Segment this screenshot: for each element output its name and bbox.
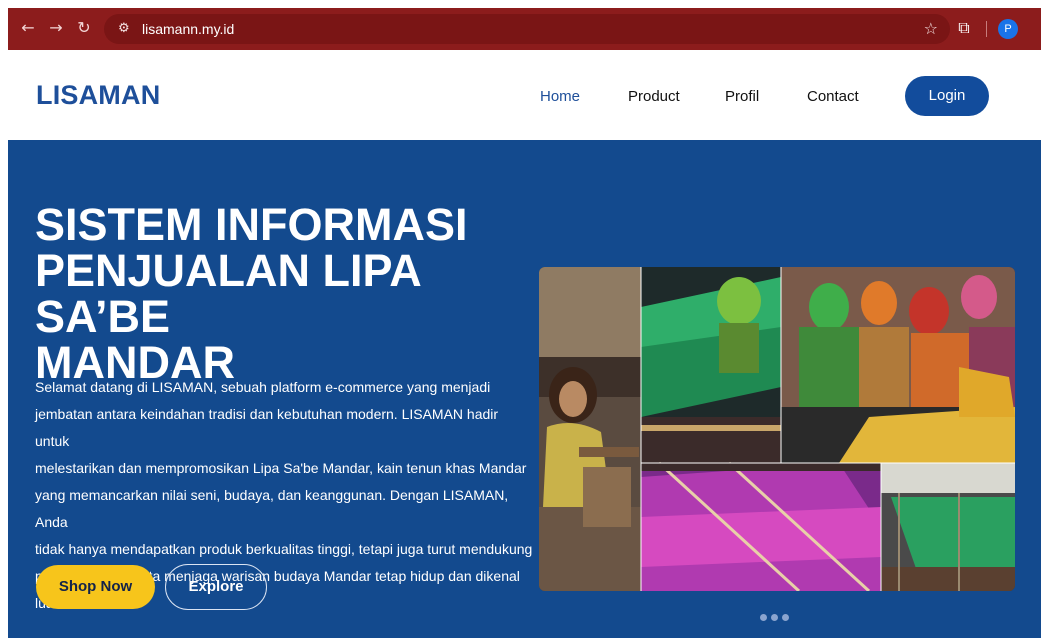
nav-home[interactable]: Home [540, 88, 580, 105]
site-header: LISAMAN Home Product Profil Contact Logi… [8, 50, 1041, 140]
brand-logo[interactable]: LISAMAN [36, 80, 160, 111]
url-text[interactable]: lisamann.my.id [142, 21, 234, 37]
explore-button[interactable]: Explore [165, 564, 267, 610]
address-bar[interactable]: ⚙ lisamann.my.id ☆ [104, 14, 950, 44]
hero-description-line: melestarikan dan mempromosikan Lipa Sa'b… [35, 460, 527, 476]
back-arrow-icon[interactable]: ← [18, 18, 38, 38]
browser-toolbar: ← → ↻ ⚙ lisamann.my.id ☆ ⧉ P ⋮ [8, 8, 1041, 50]
hero-description-line: Selamat datang di LISAMAN, sebuah platfo… [35, 379, 491, 395]
hero-title-line: SISTEM INFORMASI [35, 199, 468, 250]
reload-icon[interactable]: ↻ [74, 18, 94, 38]
nav-profil[interactable]: Profil [725, 88, 759, 105]
extensions-icon[interactable]: ⧉ [954, 18, 974, 38]
hero-title-line: PENJUALAN LIPA SA’BE [35, 245, 421, 342]
hero-description-line: jembatan antara keindahan tradisi dan ke… [35, 406, 499, 449]
toolbar-divider [986, 21, 987, 37]
carousel-dot[interactable] [760, 614, 767, 621]
nav-product[interactable]: Product [628, 88, 680, 105]
profile-avatar[interactable]: P [998, 19, 1018, 39]
bookmark-star-icon[interactable]: ☆ [924, 19, 938, 38]
shop-now-button[interactable]: Shop Now [36, 565, 155, 609]
carousel-dot[interactable] [782, 614, 789, 621]
more-menu-icon[interactable]: ⋮ [1034, 17, 1041, 37]
login-button[interactable]: Login [905, 76, 989, 116]
nav-contact[interactable]: Contact [807, 88, 859, 105]
hero-description-line: yang memancarkan nilai seni, budaya, dan… [35, 487, 509, 530]
site-settings-icon[interactable]: ⚙ [118, 20, 130, 38]
carousel-dot[interactable] [771, 614, 778, 621]
hero-collage-image [539, 267, 1015, 591]
hero-description-line: tidak hanya mendapatkan produk berkualit… [35, 541, 533, 557]
forward-arrow-icon[interactable]: → [46, 18, 66, 38]
hero-title: SISTEM INFORMASI PENJUALAN LIPA SA’BE MA… [35, 202, 555, 386]
hero-section: SISTEM INFORMASI PENJUALAN LIPA SA’BE MA… [8, 140, 1041, 638]
carousel-indicators [760, 608, 793, 626]
